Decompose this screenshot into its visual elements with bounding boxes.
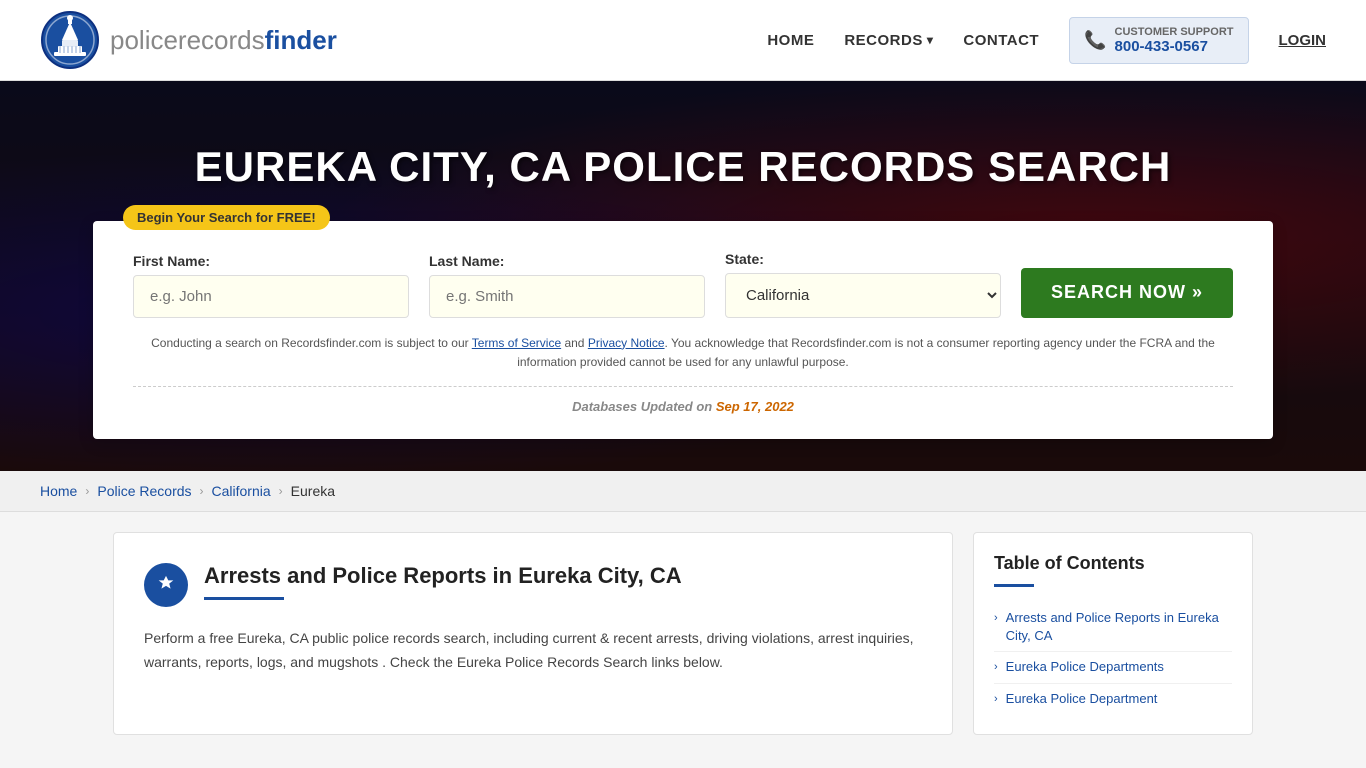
state-select[interactable]: AlabamaAlaskaArizonaArkansasCaliforniaCo…	[725, 273, 1001, 318]
phone-icon: 📞	[1084, 30, 1106, 51]
article: Arrests and Police Reports in Eureka Cit…	[113, 532, 953, 735]
db-updated: Databases Updated on Sep 17, 2022	[133, 386, 1233, 414]
breadcrumb-sep-1: ›	[85, 484, 89, 498]
search-fields: First Name: Last Name: State: AlabamaAla…	[133, 251, 1233, 318]
title-underline	[204, 597, 284, 600]
toc-card: Table of Contents ›Arrests and Police Re…	[973, 532, 1253, 735]
article-header: Arrests and Police Reports in Eureka Cit…	[144, 563, 922, 607]
first-name-label: First Name:	[133, 253, 409, 269]
first-name-group: First Name:	[133, 253, 409, 318]
badge-icon	[155, 574, 177, 596]
toc-item[interactable]: ›Eureka Police Department	[994, 684, 1232, 714]
toc-divider	[994, 584, 1034, 587]
search-card: Begin Your Search for FREE! First Name: …	[93, 221, 1273, 439]
chevron-right-icon: ›	[994, 692, 998, 707]
logo[interactable]: policerecordsfinder	[40, 10, 337, 70]
toc-items: ›Arrests and Police Reports in Eureka Ci…	[994, 603, 1232, 714]
logo-icon	[40, 10, 100, 70]
last-name-input[interactable]	[429, 275, 705, 318]
hero-content: EUREKA CITY, CA POLICE RECORDS SEARCH Be…	[93, 143, 1273, 439]
main-content: Arrests and Police Reports in Eureka Cit…	[93, 532, 1273, 735]
chevron-right-icon: ›	[994, 660, 998, 675]
privacy-link[interactable]: Privacy Notice	[588, 336, 665, 350]
sidebar: Table of Contents ›Arrests and Police Re…	[973, 532, 1253, 735]
breadcrumb: Home › Police Records › California › Eur…	[0, 471, 1366, 512]
last-name-label: Last Name:	[429, 253, 705, 269]
breadcrumb-sep-2: ›	[200, 484, 204, 498]
nav-login[interactable]: LOGIN	[1279, 32, 1327, 49]
article-title-wrap: Arrests and Police Reports in Eureka Cit…	[204, 563, 682, 600]
toc-item[interactable]: ›Arrests and Police Reports in Eureka Ci…	[994, 603, 1232, 652]
free-search-badge: Begin Your Search for FREE!	[123, 205, 330, 230]
header: policerecordsfinder HOME RECORDS ▾ CONTA…	[0, 0, 1366, 81]
hero-section: EUREKA CITY, CA POLICE RECORDS SEARCH Be…	[0, 81, 1366, 471]
nav-contact[interactable]: CONTACT	[963, 32, 1039, 49]
customer-support-box: 📞 CUSTOMER SUPPORT 800-433-0567	[1069, 17, 1248, 64]
article-icon	[144, 563, 188, 607]
state-group: State: AlabamaAlaskaArizonaArkansasCalif…	[725, 251, 1001, 318]
toc-item[interactable]: ›Eureka Police Departments	[994, 652, 1232, 683]
breadcrumb-california[interactable]: California	[212, 483, 271, 499]
chevron-right-icon: ›	[994, 611, 998, 626]
nav-records[interactable]: RECORDS ▾	[844, 32, 933, 49]
state-label: State:	[725, 251, 1001, 267]
breadcrumb-current: Eureka	[291, 483, 335, 499]
toc-title: Table of Contents	[994, 553, 1232, 574]
logo-text: policerecordsfinder	[110, 25, 337, 56]
main-nav: HOME RECORDS ▾ CONTACT 📞 CUSTOMER SUPPOR…	[767, 17, 1326, 64]
last-name-group: Last Name:	[429, 253, 705, 318]
disclaimer-text: Conducting a search on Recordsfinder.com…	[133, 334, 1233, 372]
article-title: Arrests and Police Reports in Eureka Cit…	[204, 563, 682, 589]
hero-title: EUREKA CITY, CA POLICE RECORDS SEARCH	[93, 143, 1273, 191]
breadcrumb-police-records[interactable]: Police Records	[97, 483, 191, 499]
nav-home[interactable]: HOME	[767, 32, 814, 49]
chevron-down-icon: ▾	[927, 33, 934, 47]
support-phone: 800-433-0567	[1115, 38, 1234, 55]
breadcrumb-sep-3: ›	[279, 484, 283, 498]
search-button[interactable]: SEARCH NOW »	[1021, 268, 1233, 318]
breadcrumb-home[interactable]: Home	[40, 483, 77, 499]
article-body: Perform a free Eureka, CA public police …	[144, 627, 922, 675]
first-name-input[interactable]	[133, 275, 409, 318]
terms-link[interactable]: Terms of Service	[472, 336, 561, 350]
support-label: CUSTOMER SUPPORT	[1115, 26, 1234, 38]
